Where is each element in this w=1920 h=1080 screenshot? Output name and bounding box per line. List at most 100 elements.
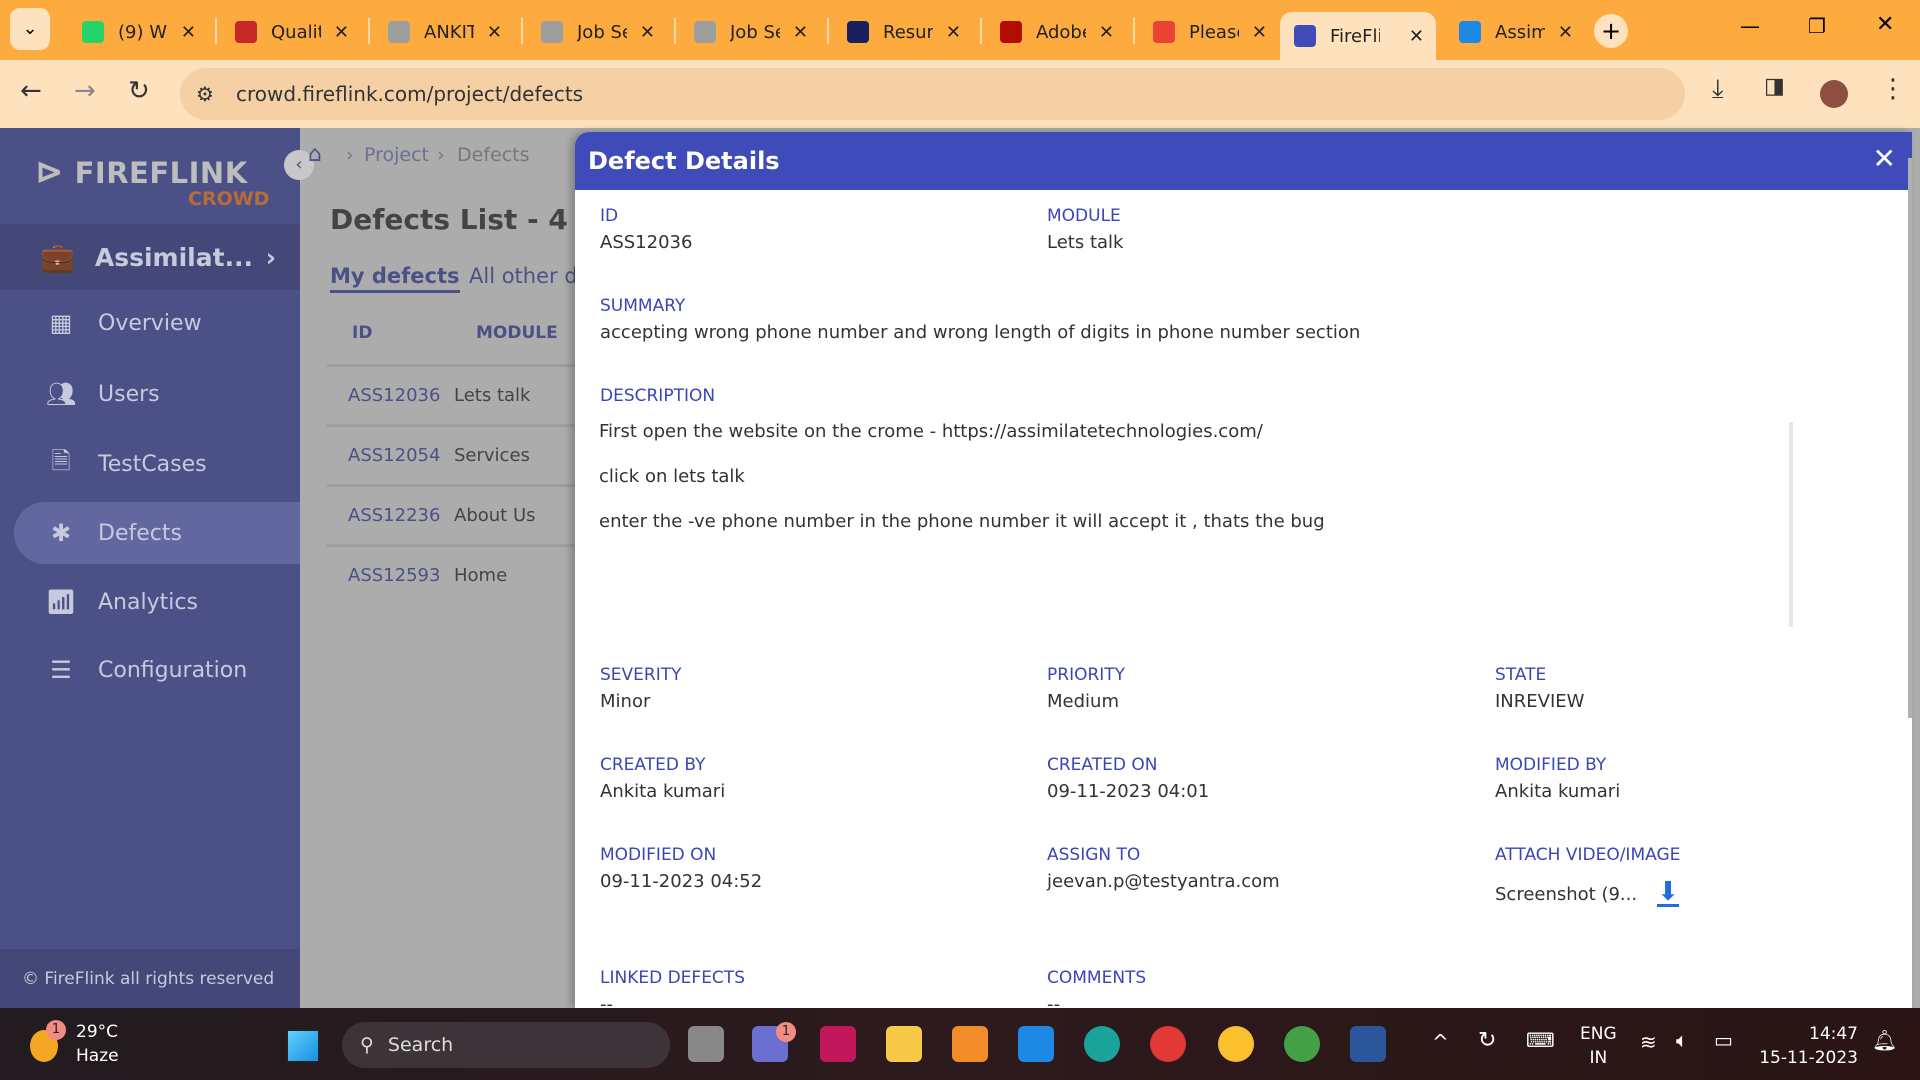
browser-tab[interactable]: Resume✕ (833, 12, 973, 52)
assign-to-label: ASSIGN TO (1047, 845, 1141, 865)
side-panel-icon[interactable]: ◨ (1764, 74, 1785, 99)
page-title: Defects List - 4 (330, 203, 568, 236)
defect-id-link[interactable]: ASS12593 (327, 565, 454, 586)
home-icon[interactable]: ⌂ (308, 142, 322, 167)
minimize-button[interactable]: — (1740, 14, 1760, 38)
vscode-icon[interactable] (1018, 1026, 1054, 1062)
attachment-name[interactable]: Screenshot (9... (1495, 884, 1637, 905)
description-label: DESCRIPTION (600, 386, 716, 406)
notification-bell-icon[interactable]: 🔔︎ (1872, 1028, 1897, 1052)
restore-button[interactable]: ❐ (1808, 14, 1826, 38)
table-row[interactable]: ASS12236 About Us (327, 484, 575, 544)
site-info-icon[interactable]: ⚙ (196, 82, 214, 106)
close-tab-icon[interactable]: ✕ (1099, 22, 1114, 43)
breadcrumb-project[interactable]: Project (364, 144, 429, 166)
teams-badge: 1 (776, 1022, 796, 1042)
download-icon[interactable]: ⬇ (1657, 879, 1679, 907)
close-tab-icon[interactable]: ✕ (1252, 22, 1267, 43)
intellij-icon[interactable] (820, 1026, 856, 1062)
download-icon[interactable]: ⤓ (1712, 74, 1724, 105)
tab-all-other-defects[interactable]: All other d (469, 264, 575, 288)
footer-copyright: © FireFlink all rights reserved (0, 949, 300, 1008)
browser-tab[interactable]: Assimilate✕ (1445, 12, 1585, 52)
whatsapp-icon (82, 21, 104, 43)
close-icon[interactable]: ✕ (1873, 142, 1896, 175)
profile-avatar[interactable] (1820, 80, 1848, 108)
sidebar-item-defects[interactable]: ✱ Defects (14, 502, 300, 564)
new-tab-button[interactable]: + (1594, 14, 1628, 48)
clock[interactable]: 14:47 15-11-2023 (1758, 1022, 1858, 1070)
browser-tab[interactable]: Adobe✕ (986, 12, 1126, 52)
close-tab-icon[interactable]: ✕ (1558, 22, 1573, 43)
weather-temp[interactable]: 29°C (76, 1022, 118, 1042)
browser-tab[interactable]: Please✕ (1139, 12, 1279, 52)
browser-tab[interactable]: Job Search✕ (680, 12, 820, 52)
tab-my-defects[interactable]: My defects (330, 264, 460, 293)
state-label: STATE (1495, 665, 1547, 685)
reload-icon[interactable]: ↻ (128, 76, 150, 106)
url-input[interactable]: crowd.fireflink.com/project/defects (180, 68, 1685, 120)
panel-scrollbar[interactable] (1908, 158, 1912, 718)
tab-divider (1133, 18, 1135, 44)
defect-id-link[interactable]: ASS12054 (327, 445, 454, 466)
tray-overflow-icon[interactable]: ^ (1432, 1030, 1449, 1054)
browser-tab[interactable]: ANKITA✕ (374, 12, 514, 52)
table-row[interactable]: ASS12036 Lets talk (327, 364, 575, 424)
severity-label: SEVERITY (600, 665, 682, 685)
chrome-icon[interactable] (1150, 1026, 1186, 1062)
close-tab-icon[interactable]: ✕ (334, 22, 349, 43)
battery-icon[interactable]: ▭ (1714, 1028, 1733, 1052)
summary-value: accepting wrong phone number and wrong l… (600, 322, 1361, 343)
table-row[interactable]: ASS12593 Home (327, 544, 575, 604)
table-row[interactable]: ASS12054 Services (327, 424, 575, 484)
close-tab-icon[interactable]: ✕ (487, 22, 502, 43)
tab-search-button[interactable]: ⌄ (10, 8, 50, 50)
language-indicator[interactable]: ENG IN (1580, 1022, 1617, 1070)
menu-icon[interactable]: ⋮ (1880, 74, 1906, 104)
module-label: MODULE (1047, 206, 1121, 226)
task-view-icon[interactable] (688, 1026, 724, 1062)
sidebar-item-testcases[interactable]: 🗎 TestCases (0, 433, 300, 495)
browser-tab[interactable]: Quality✕ (221, 12, 361, 52)
wifi-icon[interactable]: ≋ (1640, 1030, 1657, 1054)
taskbar-search[interactable]: ⚲ Search (342, 1022, 670, 1068)
sublime-icon[interactable] (952, 1026, 988, 1062)
id-label: ID (600, 206, 619, 226)
sidebar-item-configuration[interactable]: ☰ Configuration (0, 639, 300, 701)
chrome-profile2-icon[interactable] (1284, 1026, 1320, 1062)
description-line: enter the -ve phone number in the phone … (599, 511, 1325, 532)
created-by-label: CREATED BY (600, 755, 706, 775)
start-button[interactable] (286, 1029, 320, 1063)
forward-icon[interactable]: → (74, 76, 96, 106)
browser-tab[interactable]: FireFlink✕ (1280, 12, 1436, 60)
close-tab-icon[interactable]: ✕ (793, 22, 808, 43)
sidebar-item-users[interactable]: 👥︎ Users (0, 363, 300, 425)
back-icon[interactable]: ← (20, 76, 42, 106)
file-explorer-icon[interactable] (886, 1026, 922, 1062)
browser-tab[interactable]: (9) WhatsApp✕ (68, 12, 208, 52)
close-tab-icon[interactable]: ✕ (946, 22, 961, 43)
sidebar-item-analytics[interactable]: 📶︎ Analytics (0, 571, 300, 633)
assimilate-icon (1459, 21, 1481, 43)
close-tab-icon[interactable]: ✕ (181, 22, 196, 43)
sidebar-item-overview[interactable]: ▦ Overview (0, 292, 300, 354)
description-scrollbar[interactable] (1789, 422, 1793, 627)
module-cell: About Us (454, 505, 536, 526)
edge-icon[interactable] (1084, 1026, 1120, 1062)
resume-icon (847, 21, 869, 43)
modified-by-value: Ankita kumari (1495, 781, 1621, 802)
project-selector[interactable]: 💼 Assimilat... › (0, 224, 300, 290)
sync-icon[interactable]: ↻ (1478, 1028, 1496, 1053)
close-window-button[interactable]: ✕ (1876, 12, 1894, 37)
defect-id-link[interactable]: ASS12236 (327, 505, 454, 526)
word-icon[interactable] (1350, 1026, 1386, 1062)
search-icon: ⚲ (360, 1034, 374, 1056)
close-tab-icon[interactable]: ✕ (640, 22, 655, 43)
keyboard-icon[interactable]: ⌨ (1526, 1028, 1555, 1052)
volume-icon[interactable]: 🔈︎ (1676, 1028, 1688, 1052)
users-icon: 👥︎ (45, 380, 77, 408)
defect-id-link[interactable]: ASS12036 (327, 385, 454, 406)
chrome-profile-icon[interactable] (1218, 1026, 1254, 1062)
browser-tab[interactable]: Job Search✕ (527, 12, 667, 52)
close-tab-icon[interactable]: ✕ (1409, 26, 1424, 47)
